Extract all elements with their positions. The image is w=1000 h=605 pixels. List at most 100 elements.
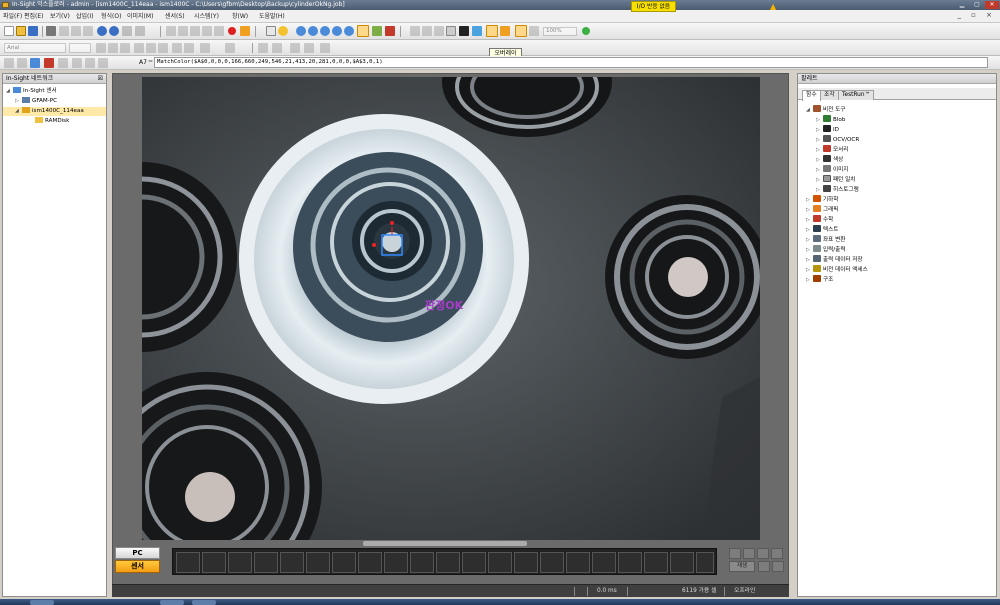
- maximize-icon[interactable]: ▢: [970, 1, 984, 9]
- palette-item-math[interactable]: ▷ 수학: [806, 215, 833, 225]
- grid-icon[interactable]: [410, 26, 420, 36]
- image-scrollbar-thumb[interactable]: [363, 541, 527, 546]
- expand-icon[interactable]: ▷: [806, 205, 813, 215]
- expand-icon[interactable]: ▷: [806, 245, 813, 255]
- expand-icon[interactable]: ▷: [816, 155, 823, 165]
- film-play-button[interactable]: 재생: [729, 561, 755, 572]
- move-icon[interactable]: [272, 43, 282, 53]
- tab-snippets[interactable]: 조각: [820, 90, 839, 100]
- function-icon[interactable]: [85, 58, 95, 68]
- prev-frame-icon[interactable]: [178, 26, 188, 36]
- palette-item-output-data-save[interactable]: ▷ 출력 데이터 저장: [806, 255, 863, 265]
- record-icon[interactable]: [228, 27, 236, 35]
- film-cell[interactable]: [332, 552, 356, 573]
- zoom-select[interactable]: 100%: [543, 27, 577, 36]
- zoom-fit-icon[interactable]: [320, 26, 330, 36]
- film-cell[interactable]: [436, 552, 460, 573]
- expand-icon[interactable]: ▷: [806, 235, 813, 245]
- film-cell[interactable]: [306, 552, 330, 573]
- bold-icon[interactable]: [96, 43, 106, 53]
- cut-icon[interactable]: [59, 26, 69, 36]
- run-icon[interactable]: [582, 27, 590, 35]
- border-icon[interactable]: [184, 43, 194, 53]
- palette-item-edge[interactable]: ▷ 모서리: [816, 145, 848, 155]
- print-icon[interactable]: [46, 26, 56, 36]
- film-cell[interactable]: [202, 552, 226, 573]
- expand-icon[interactable]: ▷: [816, 165, 823, 175]
- expand-icon[interactable]: ▷: [816, 175, 823, 185]
- delete-icon[interactable]: [44, 58, 54, 68]
- settings-icon[interactable]: [515, 25, 527, 37]
- mdi-window-controls[interactable]: _ ▫ ×: [957, 11, 996, 19]
- film-cell[interactable]: [488, 552, 512, 573]
- redo-icon[interactable]: [109, 26, 119, 36]
- palette-item-graphics[interactable]: ▷ 그래픽: [806, 205, 838, 215]
- film-cell[interactable]: [566, 552, 590, 573]
- select-region-icon[interactable]: [258, 43, 268, 53]
- snap-icon[interactable]: [4, 58, 14, 68]
- paste-icon[interactable]: [83, 26, 93, 36]
- close-icon[interactable]: ✕: [985, 1, 999, 9]
- palette-item-geometry[interactable]: ▷ 기하학: [806, 195, 838, 205]
- palette-item-blob[interactable]: ▷ Blob: [816, 115, 845, 125]
- expand-icon[interactable]: ▷: [806, 215, 813, 225]
- warning-icon[interactable]: ▲: [770, 2, 776, 11]
- palette-item-ocv-ocr[interactable]: ▷ OCV/OCR: [816, 135, 859, 145]
- taskbar-button[interactable]: [160, 600, 184, 605]
- palette-item-vision-tools[interactable]: ◢ 비전 도구: [806, 105, 845, 115]
- zoom-out-icon[interactable]: [308, 26, 318, 36]
- palette-item-image[interactable]: ▷ 이미지: [816, 165, 848, 175]
- image-filter-icon[interactable]: [372, 26, 382, 36]
- expand-icon[interactable]: ▷: [15, 97, 22, 106]
- camera-image[interactable]: 판정OK: [142, 77, 760, 540]
- zoom-1to1-icon[interactable]: [344, 26, 354, 36]
- collapse-icon[interactable]: ◢: [806, 105, 813, 115]
- merge-icon[interactable]: [172, 43, 182, 53]
- film-settings-icon[interactable]: [758, 561, 770, 572]
- save-icon[interactable]: [28, 26, 38, 36]
- open-icon[interactable]: [16, 26, 26, 36]
- film-cell[interactable]: [176, 552, 200, 573]
- palette-item-text[interactable]: ▷ 텍스트: [806, 225, 838, 235]
- film-first-icon[interactable]: [729, 548, 741, 559]
- expand-icon[interactable]: ▷: [816, 185, 823, 195]
- film-cell[interactable]: [384, 552, 408, 573]
- find-icon[interactable]: [122, 26, 132, 36]
- film-icon[interactable]: [459, 26, 469, 36]
- film-next-icon[interactable]: [757, 548, 769, 559]
- menu-edit[interactable]: 편집(E): [24, 12, 44, 21]
- font-color-icon[interactable]: [225, 43, 235, 53]
- expand-icon[interactable]: ▷: [806, 225, 813, 235]
- film-cell[interactable]: [228, 552, 252, 573]
- pan-icon[interactable]: [529, 26, 539, 36]
- custom-view-icon[interactable]: [357, 25, 369, 37]
- align-right-icon[interactable]: [158, 43, 168, 53]
- menu-window[interactable]: 창(W): [232, 12, 248, 21]
- tree-item-ism1400c[interactable]: ◢ ism1400C_114eaa: [3, 107, 106, 116]
- zoom-in-icon[interactable]: [296, 26, 306, 36]
- expand-icon[interactable]: ▷: [806, 195, 813, 205]
- expand-icon[interactable]: ▷: [806, 275, 813, 285]
- menu-format[interactable]: 형식(O): [101, 12, 121, 21]
- film-cell[interactable]: [358, 552, 382, 573]
- expand-icon[interactable]: ▷: [816, 145, 823, 155]
- sensor-view-icon[interactable]: [472, 26, 482, 36]
- graphics-icon[interactable]: [385, 26, 395, 36]
- palette-item-input-output[interactable]: ▷ 입력/출력: [806, 245, 845, 255]
- film-last-icon[interactable]: [771, 548, 783, 559]
- palette-item-coordinate-transform[interactable]: ▷ 좌표 변환: [806, 235, 845, 245]
- spreadsheet-view-icon[interactable]: [446, 26, 456, 36]
- film-cell[interactable]: [254, 552, 278, 573]
- font-select[interactable]: Arial: [4, 43, 66, 53]
- film-cell[interactable]: [514, 552, 538, 573]
- film-cell[interactable]: [592, 552, 616, 573]
- live-video-icon[interactable]: [266, 26, 276, 36]
- expand-icon[interactable]: ▷: [816, 135, 823, 145]
- undo-icon[interactable]: [97, 26, 107, 36]
- palette-item-color[interactable]: ▷ 색상: [816, 155, 843, 165]
- next-frame-icon[interactable]: [190, 26, 200, 36]
- film-cell[interactable]: [670, 552, 694, 573]
- film-cell[interactable]: [644, 552, 668, 573]
- film-expand-icon[interactable]: [772, 561, 784, 572]
- pc-button[interactable]: PC: [115, 547, 160, 559]
